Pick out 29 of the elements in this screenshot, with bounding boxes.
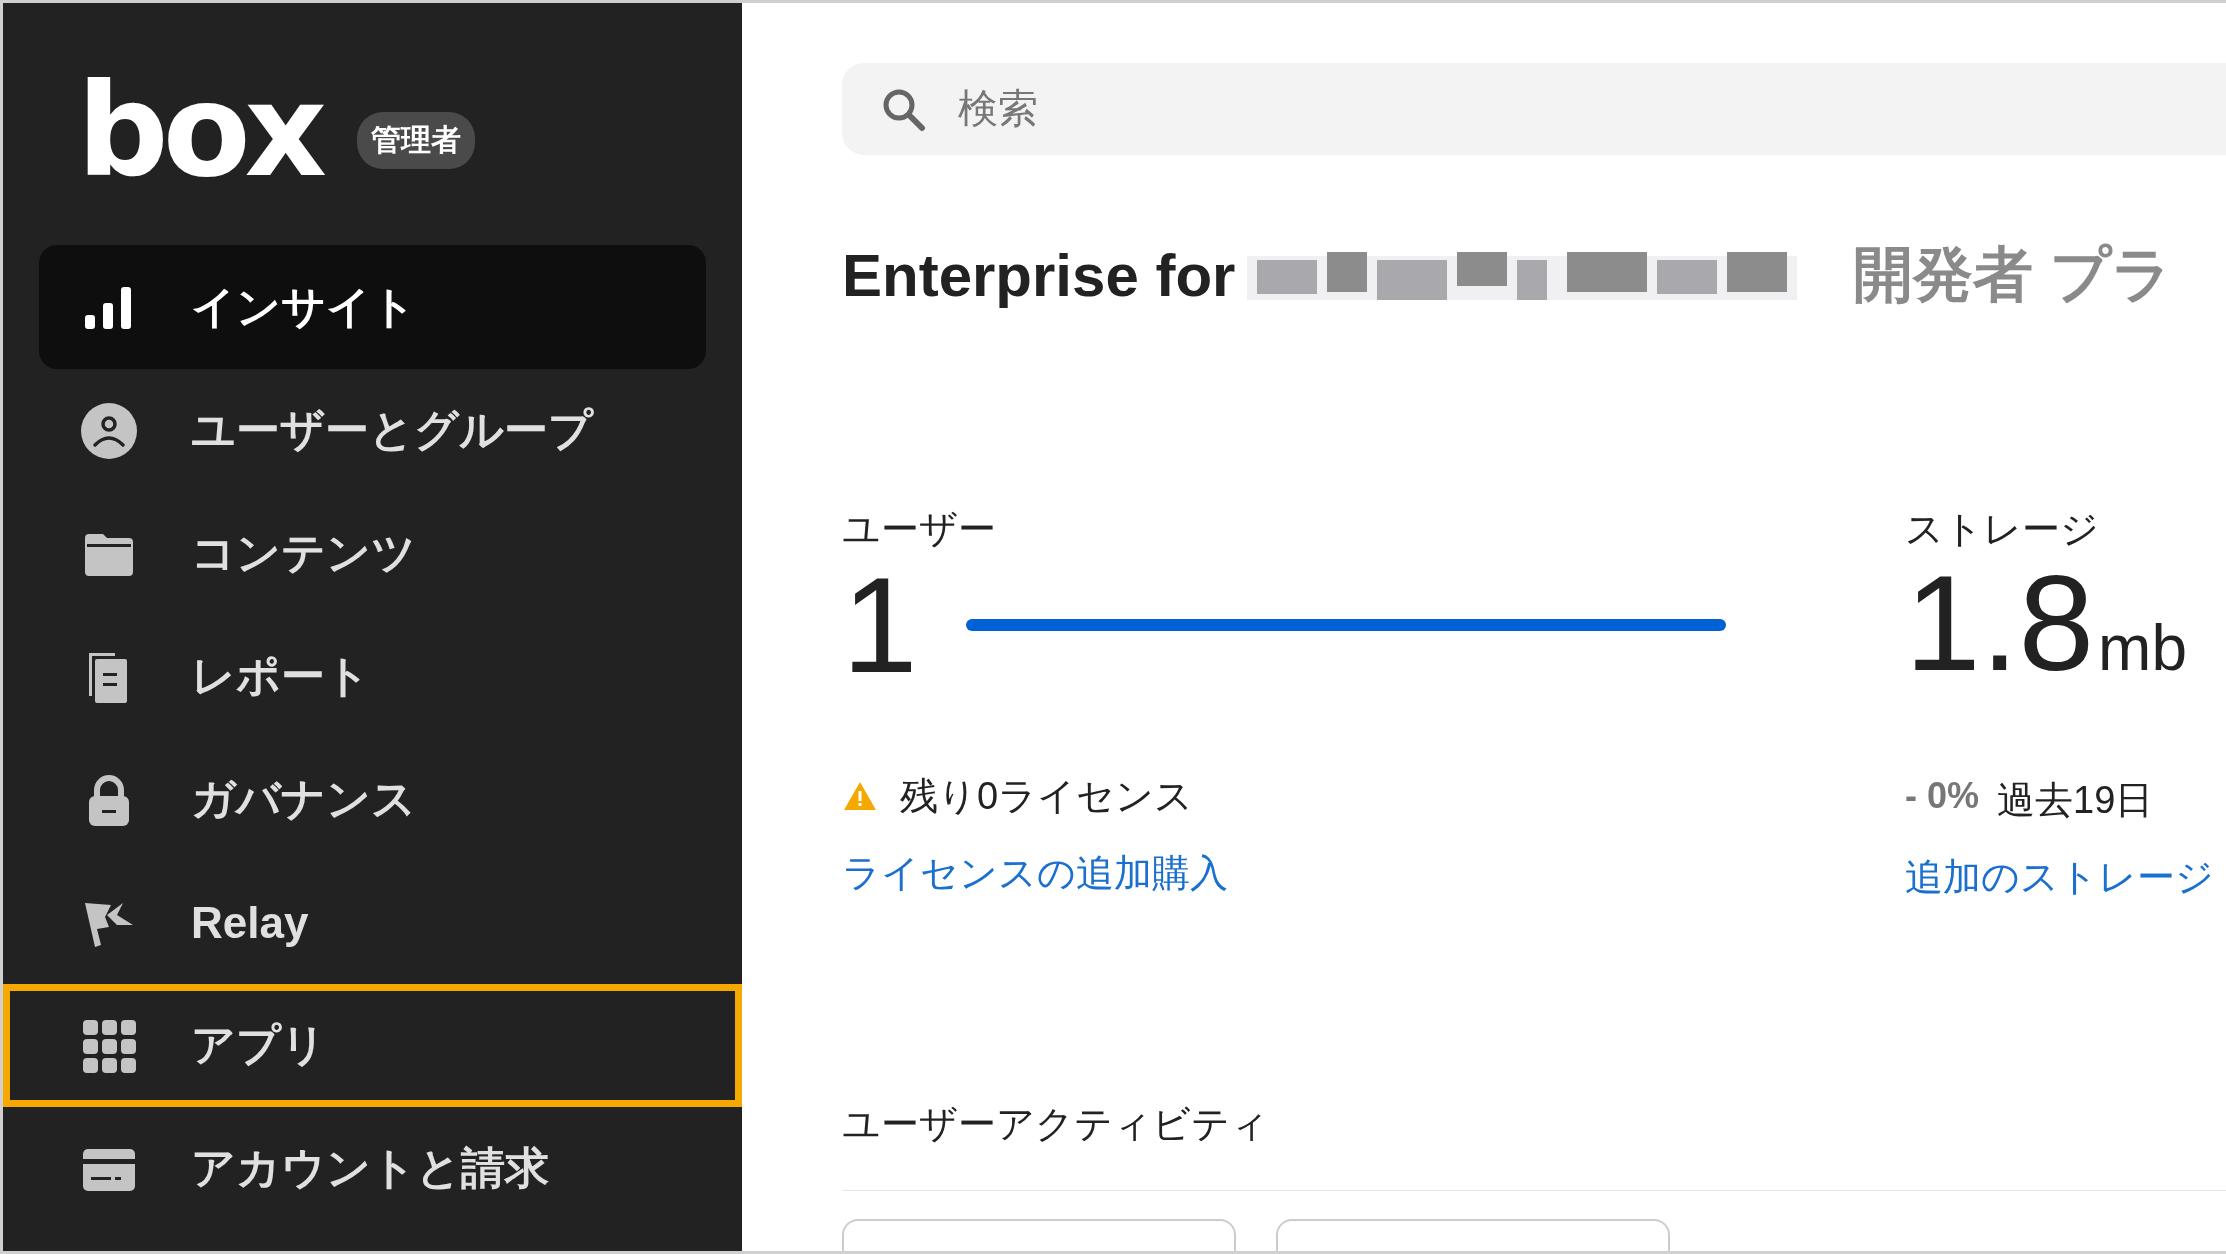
nav-item[interactable]: インサイト [39, 245, 706, 369]
add-storage-link[interactable]: 追加のストレージ [1905, 851, 2226, 903]
nav-item[interactable]: Relay [3, 861, 742, 984]
nav-item[interactable]: アカウントと請求 [3, 1107, 742, 1230]
nav-item[interactable]: ユーザーとグループ [3, 369, 742, 492]
storage-change: - 0% [1905, 774, 1980, 818]
storage-amount: 1.8 [1905, 554, 2095, 691]
logo: box [77, 67, 322, 195]
plan-name: 開発者 プラ [1853, 239, 2173, 310]
buy-licenses-link[interactable]: ライセンスの追加購入 [842, 847, 1905, 899]
users-label: ユーザー [842, 506, 997, 552]
user-icon [81, 402, 137, 459]
nav-item[interactable]: レポート [3, 615, 742, 738]
grid-icon [81, 1017, 137, 1074]
storage-unit: mb [2098, 610, 2187, 685]
users-count: 1 [842, 556, 918, 693]
filter-tab[interactable] [1276, 1219, 1670, 1251]
warning-icon [842, 780, 878, 813]
filter-tab[interactable] [842, 1219, 1236, 1251]
nav-item[interactable]: アプリ [3, 984, 742, 1107]
period-label: 過去19日 [1997, 777, 2154, 823]
admin-badge: 管理者 [357, 111, 476, 169]
license-warning: 残り0ライセンス [900, 773, 1194, 819]
nav-item[interactable]: ガバナンス [3, 738, 742, 861]
search-field[interactable]: 検索 [956, 85, 1560, 133]
nav-item[interactable]: コンテンツ [3, 492, 742, 615]
section-title: ユーザーアクティビティ [842, 1101, 1270, 1147]
page-title: Enterprise for [842, 240, 1236, 310]
storage-label: ストレージ [1905, 506, 2100, 552]
